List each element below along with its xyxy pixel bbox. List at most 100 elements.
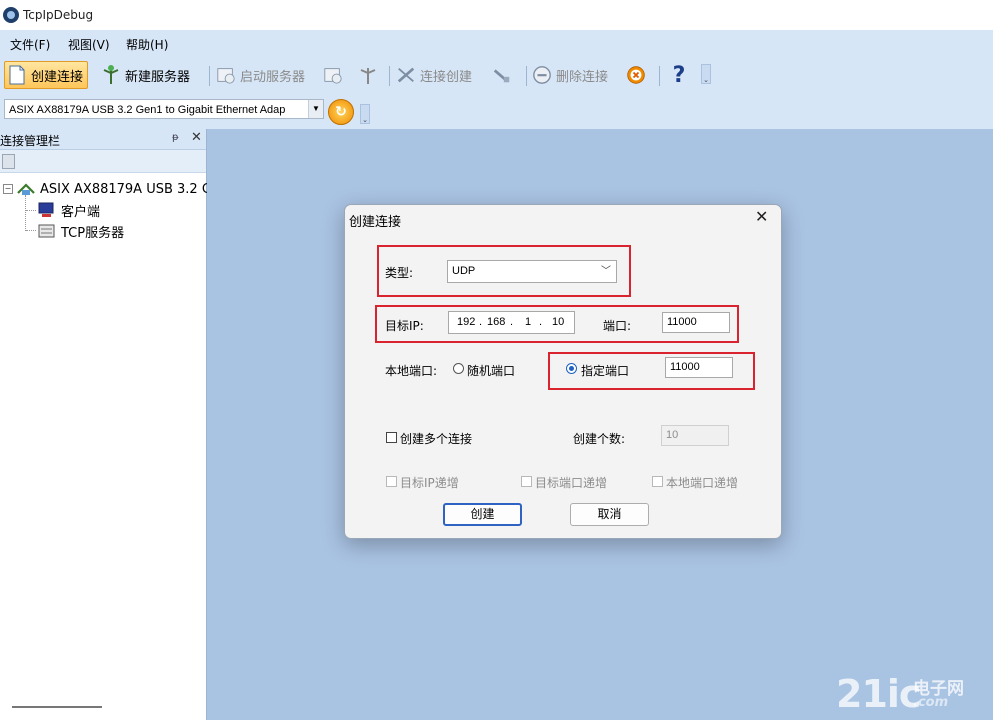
horizontal-scrollbar[interactable] bbox=[12, 706, 102, 708]
random-port-label: 随机端口 bbox=[467, 364, 516, 378]
close-icon[interactable]: ✕ bbox=[191, 130, 202, 145]
random-port-radio[interactable] bbox=[453, 363, 464, 374]
title-bar: TcpIpDebug bbox=[0, 0, 993, 30]
panel-title: 连接管理栏 bbox=[0, 134, 61, 148]
tree-item-label: TCP服务器 bbox=[61, 225, 125, 241]
stop-server-button[interactable] bbox=[323, 61, 343, 89]
toolbar-overflow-grip[interactable]: ⌄ bbox=[701, 64, 711, 84]
ip-dot: . bbox=[539, 316, 543, 328]
server-stop-icon bbox=[323, 65, 343, 85]
connect-create-button[interactable]: 连接创建 bbox=[396, 61, 472, 89]
ip-increment-label: 目标IP递增 bbox=[400, 476, 459, 490]
chevron-down-icon: ﹀ bbox=[601, 266, 611, 277]
server-antenna-button[interactable] bbox=[358, 61, 378, 89]
multi-connection-checkbox[interactable] bbox=[386, 432, 397, 443]
port-input[interactable]: 11000 bbox=[662, 312, 730, 333]
ip-octet[interactable]: 168 bbox=[487, 312, 505, 333]
adapter-select-value: ASIX AX88179A USB 3.2 Gen1 to Gigabit Et… bbox=[9, 104, 286, 116]
toolbar-separator bbox=[659, 66, 660, 86]
target-ip-label: 目标IP: bbox=[385, 319, 424, 333]
new-document-icon bbox=[7, 65, 27, 85]
local-port-label: 本地端口: bbox=[385, 364, 438, 378]
specified-port-label: 指定端口 bbox=[581, 364, 630, 378]
delete-connection-button[interactable]: 删除连接 bbox=[532, 61, 608, 89]
monitor-icon bbox=[37, 200, 57, 220]
app-icon bbox=[3, 7, 19, 23]
specified-port-radio[interactable] bbox=[566, 363, 577, 374]
minus-circle-icon bbox=[532, 65, 552, 85]
start-server-label: 启动服务器 bbox=[240, 69, 306, 85]
help-icon: ? bbox=[672, 62, 686, 88]
toolbar-overflow-grip[interactable]: ⌄ bbox=[360, 104, 370, 124]
watermark-domain: .com bbox=[913, 695, 949, 710]
chevron-down-icon: ▼ bbox=[308, 100, 323, 118]
connection-panel: 连接管理栏 ᵽ ✕ − ASIX AX88179A USB 3.2 Ge 客户端… bbox=[0, 129, 220, 720]
adapter-select[interactable]: ASIX AX88179A USB 3.2 Gen1 to Gigabit Et… bbox=[4, 99, 324, 119]
stop-all-button[interactable] bbox=[626, 61, 646, 89]
create-button[interactable]: 创建 bbox=[443, 503, 522, 526]
network-adapter-icon bbox=[16, 179, 36, 199]
cancel-button[interactable]: 取消 bbox=[570, 503, 649, 526]
delete-connection-label: 删除连接 bbox=[556, 69, 609, 85]
tree-line bbox=[26, 230, 36, 231]
refresh-icon[interactable]: ↻ bbox=[328, 99, 354, 125]
tree-item-label: ASIX AX88179A USB 3.2 Ge bbox=[40, 181, 220, 197]
connect-create-label: 连接创建 bbox=[420, 69, 473, 85]
window-title: TcpIpDebug bbox=[23, 8, 94, 22]
antenna-add-icon bbox=[101, 65, 121, 85]
adapter-toolbar: ASIX AX88179A USB 3.2 Gen1 to Gigabit Et… bbox=[0, 92, 993, 129]
tree-line bbox=[26, 210, 36, 211]
tree-item-tcp-server[interactable]: TCP服务器 bbox=[37, 221, 124, 241]
create-connection-dialog: 创建连接 ✕ 类型: UDP ﹀ 目标IP: 192 . 168 . 1 . 1… bbox=[344, 204, 782, 539]
panel-header: 连接管理栏 ᵽ ✕ bbox=[0, 129, 206, 150]
close-icon[interactable]: ✕ bbox=[755, 207, 768, 226]
multi-connection-label: 创建多个连接 bbox=[400, 432, 473, 446]
tree-item-label: 客户端 bbox=[61, 204, 101, 220]
menu-view[interactable]: 视图(V) bbox=[68, 36, 110, 53]
local-port-input[interactable]: 11000 bbox=[665, 357, 733, 378]
ip-octet[interactable]: 192 bbox=[457, 312, 475, 333]
close-circle-icon bbox=[626, 65, 646, 85]
plug-button[interactable] bbox=[492, 61, 512, 89]
type-select[interactable]: UDP ﹀ bbox=[447, 260, 617, 283]
tree-expand-toggle[interactable]: − bbox=[3, 184, 13, 194]
port-increment-checkbox[interactable] bbox=[521, 476, 532, 487]
toolbar-separator bbox=[209, 66, 210, 86]
start-server-button[interactable]: 启动服务器 bbox=[216, 61, 305, 89]
help-button[interactable]: ? bbox=[669, 61, 689, 89]
watermark-logo: 21ic bbox=[836, 672, 921, 716]
properties-icon[interactable] bbox=[2, 154, 15, 169]
new-server-button[interactable]: 新建服务器 bbox=[101, 61, 190, 89]
disconnect-plug-icon bbox=[396, 65, 416, 85]
ip-dot: . bbox=[510, 316, 514, 328]
ip-dot: . bbox=[479, 316, 483, 328]
count-label: 创建个数: bbox=[573, 432, 626, 446]
port-increment-label: 目标端口递增 bbox=[535, 476, 608, 490]
ip-octet[interactable]: 1 bbox=[525, 312, 531, 333]
dialog-title: 创建连接 bbox=[349, 215, 402, 230]
menu-bar: 文件(F) 视图(V) 帮助(H) bbox=[0, 30, 993, 58]
ip-increment-checkbox[interactable] bbox=[386, 476, 397, 487]
pin-icon[interactable]: ᵽ bbox=[172, 132, 179, 143]
local-port-increment-checkbox[interactable] bbox=[652, 476, 663, 487]
menu-help[interactable]: 帮助(H) bbox=[126, 36, 168, 53]
create-connection-label: 创建连接 bbox=[31, 69, 84, 85]
antenna-icon bbox=[358, 65, 378, 85]
server-start-icon bbox=[216, 65, 236, 85]
local-port-increment-label: 本地端口递增 bbox=[666, 476, 739, 490]
port-label: 端口: bbox=[603, 319, 632, 333]
toolbar-separator bbox=[389, 66, 390, 86]
tree-line bbox=[25, 195, 26, 231]
tree-item-adapter[interactable]: ASIX AX88179A USB 3.2 Ge bbox=[16, 179, 220, 199]
server-icon bbox=[37, 221, 57, 241]
main-toolbar: 创建连接 新建服务器 启动服务器 连接创建 删除连接 ? ⌄ bbox=[0, 58, 993, 92]
menu-file[interactable]: 文件(F) bbox=[10, 36, 50, 53]
create-connection-button[interactable]: 创建连接 bbox=[4, 61, 89, 89]
count-input[interactable]: 10 bbox=[661, 425, 729, 446]
plug-icon bbox=[492, 65, 512, 85]
tree-item-client[interactable]: 客户端 bbox=[37, 200, 100, 220]
type-select-value: UDP bbox=[452, 265, 476, 277]
toolbar-separator bbox=[526, 66, 527, 86]
target-ip-input[interactable]: 192 . 168 . 1 . 10 bbox=[448, 311, 575, 334]
ip-octet[interactable]: 10 bbox=[552, 312, 564, 333]
